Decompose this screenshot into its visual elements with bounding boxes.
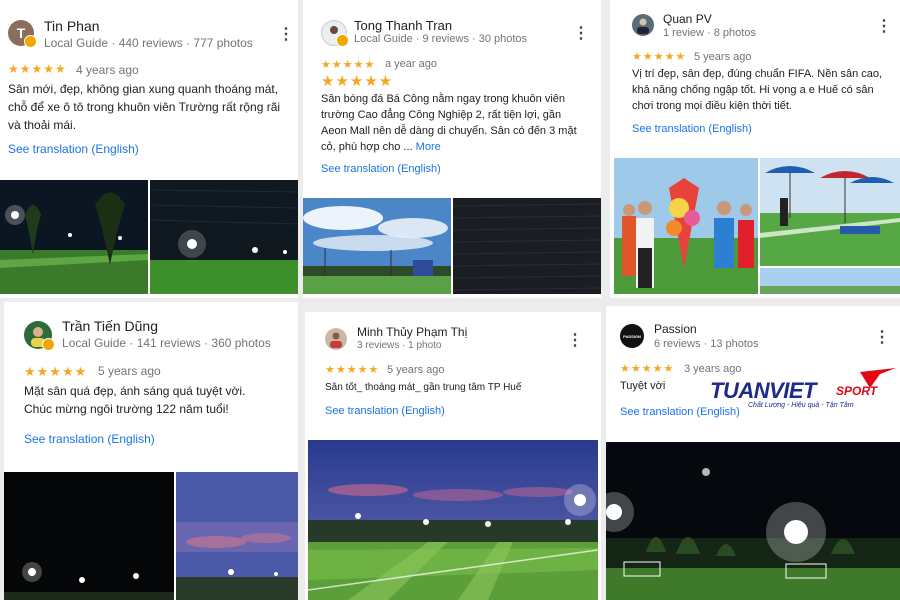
review-photo[interactable] [614, 158, 758, 294]
reviewer-meta: Local Guide · 141 reviews · 360 photos [62, 336, 271, 350]
review-photo[interactable] [0, 180, 148, 294]
avatar-logo-text: PASSION [623, 333, 641, 339]
local-guide-badge-icon [42, 338, 55, 351]
local-guide-badge-icon [336, 34, 349, 47]
review-card: PASSION Passion 6 reviews · 13 photos ⋮ … [606, 306, 900, 600]
reviewer-avatar[interactable] [325, 328, 347, 350]
reviewer-name[interactable]: Passion [654, 322, 697, 336]
reviewer-name[interactable]: Tin Phan [44, 18, 100, 34]
review-photo[interactable] [453, 198, 601, 294]
review-photo[interactable] [760, 268, 900, 294]
see-translation-link[interactable]: See translation (English) [8, 142, 139, 156]
review-text-body: Sân bóng đá Bá Công nằm ngay trong khuôn… [321, 93, 577, 153]
review-text: Sân mới, đẹp, không gian xung quanh thoá… [8, 82, 281, 132]
reviewer-meta: 3 reviews · 1 photo [357, 340, 442, 351]
star-rating: ★★★★★ [8, 62, 67, 76]
review-date: 5 years ago [694, 51, 752, 63]
review-card: Quan PV 1 review · 8 photos ⋮ ★★★★★ 5 ye… [610, 0, 900, 298]
review-card: Tong Thanh Tran Local Guide · 9 reviews … [303, 0, 601, 298]
tuanviet-sport-logo: TUANVIET SPORT Chất Lượng - Hiệu quả - T… [710, 366, 898, 414]
person-icon [637, 18, 649, 34]
review-photo[interactable] [4, 472, 174, 600]
reviewer-meta: Local Guide · 9 reviews · 30 photos [354, 33, 528, 45]
review-card: T Tin Phan Local Guide · 440 reviews · 7… [0, 0, 298, 298]
more-options-icon[interactable]: ⋮ [874, 330, 890, 346]
reviewer-name[interactable]: Minh Thủy Phạm Thị [357, 325, 467, 339]
review-date: a year ago [385, 58, 437, 70]
see-translation-link[interactable]: See translation (English) [24, 432, 155, 446]
review-card: Minh Thủy Phạm Thị 3 reviews · 1 photo ⋮… [305, 312, 601, 600]
review-text: Sân bóng đá Bá Công nằm ngay trong khuôn… [321, 91, 586, 155]
review-text: Mặt sân quá đẹp, ánh sáng quá tuyệt vời.… [24, 384, 246, 416]
review-text: Sân tốt_ thoáng mát_ gần trung tâm TP Hu… [325, 382, 522, 393]
star-rating-large: ★★★★★ [321, 73, 394, 90]
more-options-icon[interactable]: ⋮ [278, 27, 294, 43]
review-photo[interactable] [606, 442, 900, 600]
more-options-icon[interactable]: ⋮ [573, 26, 589, 42]
star-rating: ★★★★★ [321, 59, 376, 71]
more-options-icon[interactable]: ⋮ [567, 333, 583, 349]
star-rating: ★★★★★ [620, 363, 675, 375]
reviewer-avatar[interactable] [24, 321, 55, 351]
star-rating: ★★★★★ [632, 51, 687, 63]
reviewer-name[interactable]: Tong Thanh Tran [354, 18, 452, 33]
star-rating: ★★★★★ [325, 364, 380, 376]
review-date: 5 years ago [387, 364, 445, 376]
reviewer-avatar[interactable] [321, 20, 349, 47]
review-photo[interactable] [760, 158, 900, 266]
reviewer-name[interactable]: Quan PV [663, 12, 712, 26]
review-photo[interactable] [150, 180, 298, 294]
review-photo[interactable] [303, 198, 451, 294]
see-translation-link[interactable]: See translation (English) [325, 405, 445, 417]
more-link[interactable]: More [416, 141, 441, 153]
reviewer-avatar[interactable]: T [8, 20, 37, 48]
review-photo[interactable] [176, 472, 298, 600]
reviewer-name[interactable]: Trần Tiến Dũng [62, 318, 158, 334]
review-date: 4 years ago [76, 63, 139, 77]
local-guide-badge-icon [24, 35, 37, 48]
review-text: Vị trí đẹp, sân đẹp, đúng chuẩn FIFA. Nề… [632, 68, 883, 112]
reviewer-meta: 1 review · 8 photos [663, 27, 756, 39]
logo-tagline: Chất Lượng - Hiệu quả - Tận Tâm [748, 402, 854, 409]
see-translation-link[interactable]: See translation (English) [321, 163, 441, 175]
review-date: 5 years ago [98, 364, 161, 378]
reviewer-avatar[interactable]: PASSION [620, 324, 644, 348]
see-translation-link[interactable]: See translation (English) [632, 123, 752, 135]
reviewer-meta: Local Guide · 440 reviews · 777 photos [44, 36, 253, 50]
logo-brand-main: TUANVIET [710, 378, 817, 403]
review-text: Tuyệt vời [620, 380, 666, 392]
logo-brand-sub: SPORT [836, 384, 878, 398]
reviewer-avatar[interactable] [632, 14, 654, 36]
star-rating: ★★★★★ [24, 364, 88, 379]
person-icon [330, 332, 342, 348]
review-photo[interactable] [308, 440, 598, 600]
more-options-icon[interactable]: ⋮ [876, 19, 892, 35]
review-card: Trần Tiến Dũng Local Guide · 141 reviews… [4, 302, 298, 600]
reviewer-meta: 6 reviews · 13 photos [654, 338, 759, 350]
